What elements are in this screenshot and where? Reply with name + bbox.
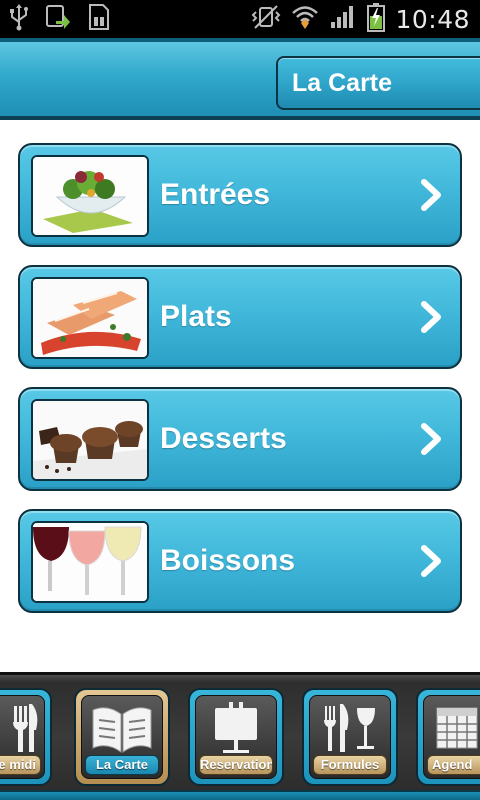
cutlery-glass-icon — [310, 700, 390, 756]
chevron-right-icon — [421, 423, 441, 455]
menu-item-label: Entrées — [160, 178, 271, 211]
tab-button-face: Reservations — [195, 695, 277, 779]
tab-label: La Carte — [85, 755, 159, 775]
muffins-image — [31, 399, 149, 481]
calendar-icon — [424, 700, 480, 756]
tab-button-face: Agend — [423, 695, 480, 779]
salad-image — [31, 155, 149, 237]
bottom-tab-bar: e midi La Carte Reservations — [0, 672, 480, 800]
menu-item-plats[interactable]: Plats — [18, 265, 462, 369]
tab-label: Reservations — [199, 755, 273, 775]
page-title: La Carte — [276, 56, 480, 110]
menu-item-entrees[interactable]: Entrées — [18, 143, 462, 247]
menu-item-desserts[interactable]: Desserts — [18, 387, 462, 491]
wifi-icon — [291, 3, 319, 36]
chevron-right-icon — [421, 301, 441, 333]
tab-menu-midi[interactable]: e midi — [0, 688, 52, 786]
status-notifications — [8, 0, 110, 38]
tab-label: e midi — [0, 755, 41, 775]
app-screen: 10:48 La Carte Entrées Plats Desserts Bo… — [0, 0, 480, 800]
menu-item-label: Desserts — [160, 422, 287, 455]
cutlery-icon — [0, 700, 44, 756]
status-system: 10:48 — [251, 0, 470, 38]
menu-list: Entrées Plats Desserts Boissons — [18, 143, 462, 631]
menu-item-label: Boissons — [160, 544, 296, 577]
tab-button-face: La Carte — [81, 695, 163, 779]
tab-label: Agend — [427, 755, 480, 775]
menu-item-label: Plats — [160, 300, 232, 333]
tab-button-face: Formules — [309, 695, 391, 779]
tab-formules[interactable]: Formules — [302, 688, 398, 786]
app-header: La Carte — [0, 38, 480, 120]
status-bar: 10:48 — [0, 0, 480, 38]
chevron-right-icon — [421, 545, 441, 577]
status-time: 10:48 — [395, 4, 470, 34]
tab-agenda[interactable]: Agend — [416, 688, 480, 786]
usb-icon — [8, 3, 30, 36]
sd-card-icon — [86, 3, 110, 36]
reserved-sign-icon — [196, 700, 276, 756]
tab-bar-bottom-strip — [0, 790, 480, 800]
wine-glasses-image — [31, 521, 149, 603]
tab-button-face: e midi — [0, 695, 45, 779]
vibrate-icon — [251, 4, 281, 35]
tab-label: Formules — [313, 755, 387, 775]
battery-charging-icon — [367, 2, 386, 37]
chevron-right-icon — [421, 179, 441, 211]
tab-la-carte[interactable]: La Carte — [74, 688, 170, 786]
open-menu-book-icon — [82, 700, 162, 756]
menu-item-boissons[interactable]: Boissons — [18, 509, 462, 613]
sync-icon — [44, 3, 72, 36]
signal-icon — [329, 4, 357, 35]
tab-reservations[interactable]: Reservations — [188, 688, 284, 786]
salmon-dish-image — [31, 277, 149, 359]
